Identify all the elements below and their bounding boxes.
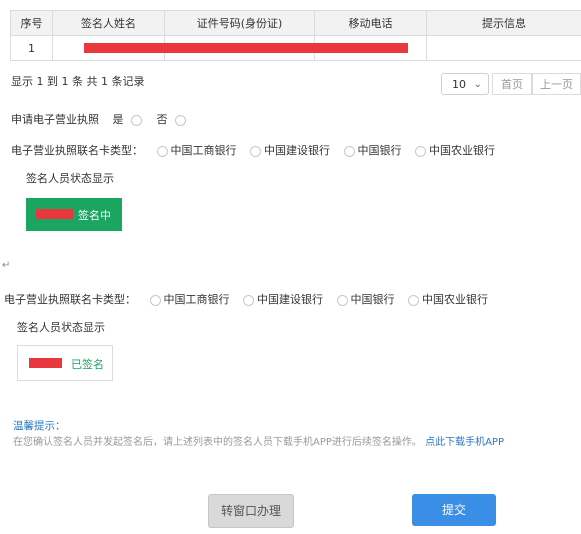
bank-option-ccb-1[interactable]: 中国建设银行 (250, 144, 330, 157)
apply-license-yes[interactable]: 是 (113, 113, 149, 126)
page-size-select[interactable]: 10 ⌄ (441, 73, 489, 95)
radio-ccb-2[interactable] (243, 294, 254, 306)
chevron-down-icon: ⌄ (473, 79, 482, 90)
signing-status-text: 签名中 (78, 209, 111, 222)
bank-type-row-1: 电子营业执照联名卡类型： 中国工商银行 中国建设银行 中国银行 中国农业银行 (11, 142, 495, 158)
radio-boc-1[interactable] (343, 145, 355, 157)
download-app-link[interactable]: 点此下载手机APP (425, 437, 504, 448)
paragraph-mark: ↵ (2, 260, 11, 271)
apply-license-no[interactable]: 否 (157, 113, 190, 126)
bank-option-label: 中国工商银行 (170, 144, 237, 157)
prev-page-button[interactable]: 上一页 (532, 73, 581, 95)
pagination-summary: 显示 1 到 1 条 共 1 条记录 (11, 75, 145, 88)
bank-option-label: 中国农业银行 (422, 293, 488, 306)
tips-row: 在您确认签名人员并发起签名后，请上述列表中的签名人员下载手机APP进行后续签名操… (13, 433, 504, 448)
radio-boc-2[interactable] (336, 294, 348, 306)
cell-index: 1 (10, 35, 53, 61)
radio-ccb-1[interactable] (250, 145, 261, 157)
signer-status-title-1: 签名人员状态显示 (26, 172, 114, 185)
col-header-tips: 提示信息 (426, 10, 581, 36)
bank-type-label-2: 电子营业执照联名卡类型： (4, 293, 136, 306)
bank-option-icbc-1[interactable]: 中国工商银行 (156, 144, 237, 157)
apply-license-label: 申请电子营业执照 (11, 113, 99, 126)
bank-option-icbc-2[interactable]: 中国工商银行 (149, 293, 230, 306)
apply-license-yes-label: 是 (112, 113, 124, 126)
redacted-signer-name (36, 209, 73, 219)
bank-option-abc-2[interactable]: 中国农业银行 (408, 293, 488, 306)
first-page-button[interactable]: 首页 (492, 73, 532, 95)
apply-license-no-label: 否 (156, 113, 168, 126)
col-header-name: 签名人姓名 (52, 10, 165, 36)
signed-status-text: 已签名 (71, 358, 104, 371)
col-header-phone: 移动电话 (314, 10, 427, 36)
radio-no[interactable] (175, 114, 186, 126)
signing-status-badge: 签名中 (26, 198, 122, 231)
bank-option-label: 中国建设银行 (257, 293, 323, 306)
redacted-row-data (84, 43, 408, 53)
bank-option-boc-1[interactable]: 中国银行 (343, 144, 402, 157)
signed-status-badge: 已签名 (17, 345, 113, 381)
col-header-index: 序号 (10, 10, 53, 36)
signer-table: 序号 签名人姓名 证件号码(身份证) 移动电话 提示信息 1 (10, 10, 581, 61)
bank-option-ccb-2[interactable]: 中国建设银行 (243, 293, 323, 306)
radio-icbc-2[interactable] (149, 294, 161, 306)
cell-tips (426, 35, 581, 61)
tips-text: 在您确认签名人员并发起签名后，请上述列表中的签名人员下载手机APP进行后续签名操… (13, 437, 422, 448)
radio-icbc-1[interactable] (156, 145, 168, 157)
radio-abc-2[interactable] (408, 294, 419, 306)
radio-yes[interactable] (131, 114, 142, 126)
bank-type-label-1: 电子营业执照联名卡类型： (11, 144, 143, 157)
radio-abc-1[interactable] (415, 145, 426, 157)
bank-option-boc-2[interactable]: 中国银行 (336, 293, 395, 306)
transfer-window-button[interactable]: 转窗口办理 (208, 494, 294, 528)
bank-option-label: 中国银行 (350, 293, 395, 306)
page-size-value: 10 (452, 78, 466, 91)
submit-button[interactable]: 提交 (412, 494, 496, 526)
signer-status-title-2: 签名人员状态显示 (17, 321, 105, 334)
bank-option-label: 中国银行 (357, 144, 402, 157)
redacted-signer-name (29, 358, 62, 368)
tips-title: 温馨提示： (13, 420, 66, 432)
col-header-id: 证件号码(身份证) (164, 10, 315, 36)
bank-option-label: 中国农业银行 (429, 144, 495, 157)
table-header-row: 序号 签名人姓名 证件号码(身份证) 移动电话 提示信息 (10, 10, 581, 36)
bank-type-row-2: 电子营业执照联名卡类型： 中国工商银行 中国建设银行 中国银行 中国农业银行 (4, 291, 488, 307)
bank-option-label: 中国工商银行 (163, 293, 230, 306)
bank-option-label: 中国建设银行 (264, 144, 330, 157)
bank-option-abc-1[interactable]: 中国农业银行 (415, 144, 495, 157)
apply-license-row: 申请电子营业执照 是 否 (11, 111, 189, 127)
